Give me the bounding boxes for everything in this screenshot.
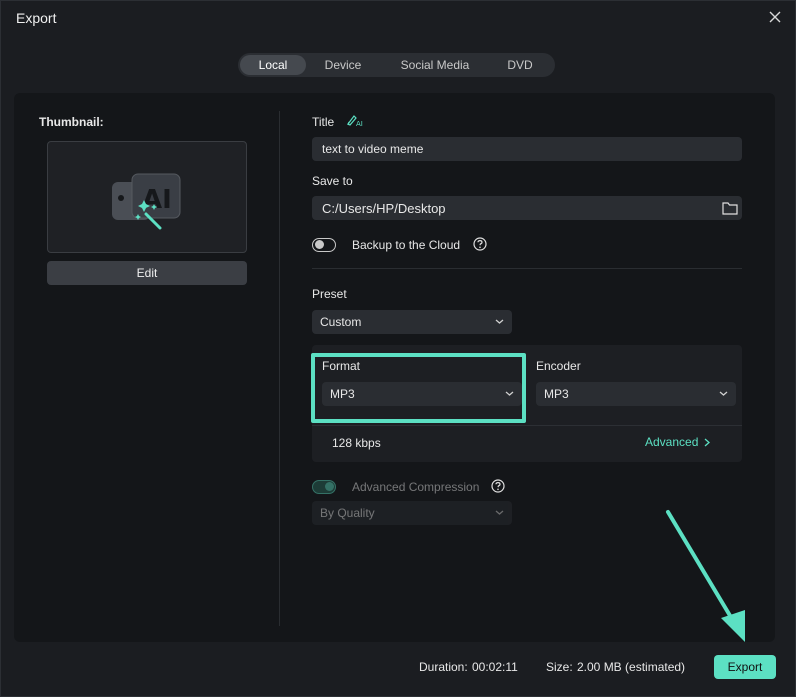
- format-label: Format: [322, 359, 361, 373]
- advanced-label: Advanced: [645, 435, 699, 449]
- advanced-compression-label: Advanced Compression: [352, 480, 480, 494]
- chevron-right-icon: [704, 438, 711, 446]
- chevron-down-icon: [719, 391, 728, 396]
- duration-value: 00:02:11: [472, 660, 518, 674]
- format-value: MP3: [330, 387, 355, 401]
- compression-mode-select[interactable]: By Quality: [312, 501, 512, 525]
- encoder-select[interactable]: MP3: [536, 382, 736, 406]
- export-button[interactable]: Export: [714, 655, 776, 679]
- bitrate-value: 128 kbps: [332, 436, 381, 450]
- backup-cloud-label: Backup to the Cloud: [352, 238, 461, 252]
- thumbnail-label: Thumbnail:: [39, 115, 104, 129]
- preset-value: Custom: [320, 315, 362, 329]
- ai-image-icon: AI: [112, 173, 181, 230]
- edit-thumbnail-button[interactable]: Edit: [47, 261, 247, 285]
- svg-text:AI: AI: [142, 185, 172, 215]
- card-divider: [312, 425, 742, 426]
- preset-select[interactable]: Custom: [312, 310, 512, 334]
- help-icon[interactable]: [473, 237, 487, 251]
- tab-social-media[interactable]: Social Media: [380, 55, 490, 75]
- toggle-knob: [325, 482, 334, 491]
- encoder-value: MP3: [544, 387, 569, 401]
- toggle-knob: [315, 240, 324, 249]
- save-to-label: Save to: [312, 174, 353, 188]
- help-icon[interactable]: [491, 479, 505, 493]
- close-icon[interactable]: [765, 7, 785, 27]
- size-label: Size:: [546, 660, 573, 674]
- thumbnail-preview: AI: [47, 141, 247, 253]
- title-label: Title: [312, 115, 335, 129]
- format-select[interactable]: MP3: [322, 382, 522, 406]
- backup-cloud-toggle[interactable]: [312, 238, 336, 252]
- preset-label: Preset: [312, 287, 347, 301]
- duration-label: Duration:: [419, 660, 468, 674]
- export-tabs: Local Device Social Media DVD: [238, 53, 555, 77]
- column-divider: [279, 111, 280, 626]
- tab-local[interactable]: Local: [240, 55, 306, 75]
- save-to-input[interactable]: C:/Users/HP/Desktop: [312, 196, 742, 220]
- section-divider: [312, 268, 742, 269]
- advanced-settings-link[interactable]: Advanced: [645, 435, 711, 449]
- tab-device[interactable]: Device: [306, 55, 380, 75]
- advanced-compression-toggle[interactable]: [312, 480, 336, 494]
- export-dialog: Export Local Device Social Media DVD Thu…: [0, 0, 796, 697]
- title-input[interactable]: text to video meme: [312, 137, 742, 161]
- chevron-down-icon: [495, 510, 504, 515]
- chevron-down-icon: [495, 319, 504, 324]
- ai-pen-icon[interactable]: AI: [346, 113, 366, 127]
- tab-dvd[interactable]: DVD: [490, 55, 550, 75]
- size-value: 2.00 MB (estimated): [577, 660, 686, 674]
- folder-icon[interactable]: [722, 201, 738, 215]
- compression-mode-value: By Quality: [320, 506, 375, 520]
- encoder-label: Encoder: [536, 359, 581, 373]
- svg-text:AI: AI: [356, 120, 363, 127]
- chevron-down-icon: [505, 391, 514, 396]
- window-title: Export: [16, 10, 57, 26]
